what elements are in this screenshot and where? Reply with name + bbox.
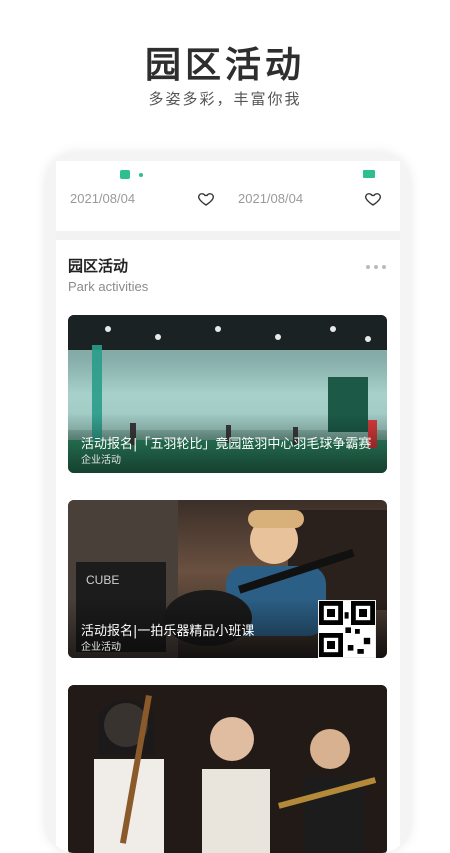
heart-icon[interactable] xyxy=(364,190,382,208)
qr-code xyxy=(318,600,376,658)
card-title: 活动报名|一拍乐器精品小班课 xyxy=(81,624,255,639)
amp-label: CUBE xyxy=(86,573,119,587)
item-date: 2021/08/04 xyxy=(238,191,304,206)
item-date: 2021/08/04 xyxy=(70,191,136,206)
section-subtitle: Park activities xyxy=(68,279,149,294)
card-tag: 企业活动 xyxy=(81,455,121,466)
notification-icon xyxy=(120,170,130,179)
promo-subtitle: 多姿多彩，丰富你我 xyxy=(148,90,302,108)
battery-icon xyxy=(363,170,375,178)
app-screen: 2021/08/04 2021/08/04 园区活动 Park activiti… xyxy=(56,161,400,853)
section-title: 园区活动 xyxy=(68,257,129,275)
activity-card[interactable]: CUBE 活动报名|一拍乐器精品小班课 企业活动 xyxy=(68,500,387,658)
activity-card[interactable]: 活动报名|「五羽轮比」竟园篮羽中心羽毛球争霸赛 企业活动 xyxy=(68,315,387,473)
activity-card[interactable] xyxy=(68,685,387,853)
section-divider xyxy=(56,231,400,240)
heart-icon[interactable] xyxy=(197,190,215,208)
phone-frame: 2021/08/04 2021/08/04 园区活动 Park activiti… xyxy=(46,153,410,853)
card-title: 活动报名|「五羽轮比」竟园篮羽中心羽毛球争霸赛 xyxy=(81,437,372,452)
card-image xyxy=(68,685,387,853)
favorites-row: 2021/08/04 2021/08/04 xyxy=(56,187,400,213)
more-icon[interactable] xyxy=(366,265,386,271)
card-tag: 企业活动 xyxy=(81,642,121,653)
promo-title: 园区活动 xyxy=(144,44,305,86)
status-dot-icon xyxy=(139,173,143,177)
status-bar xyxy=(56,161,400,183)
